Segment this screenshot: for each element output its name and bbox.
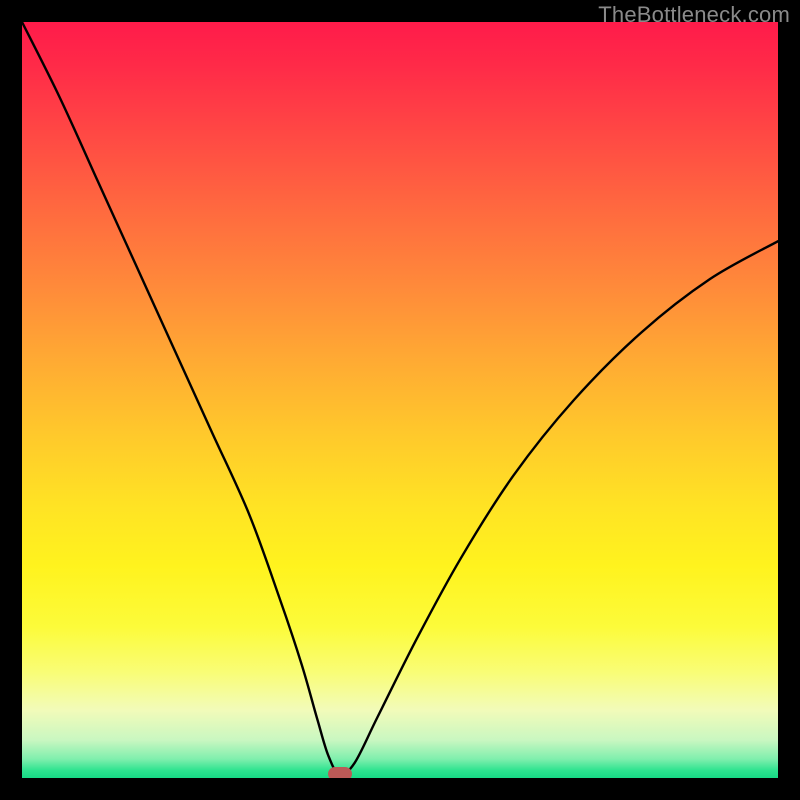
watermark-text: TheBottleneck.com bbox=[598, 2, 790, 28]
plot-area bbox=[22, 22, 778, 778]
curve-path bbox=[22, 22, 778, 774]
chart-frame: TheBottleneck.com bbox=[0, 0, 800, 800]
optimum-marker bbox=[328, 767, 352, 778]
bottleneck-curve bbox=[22, 22, 778, 778]
